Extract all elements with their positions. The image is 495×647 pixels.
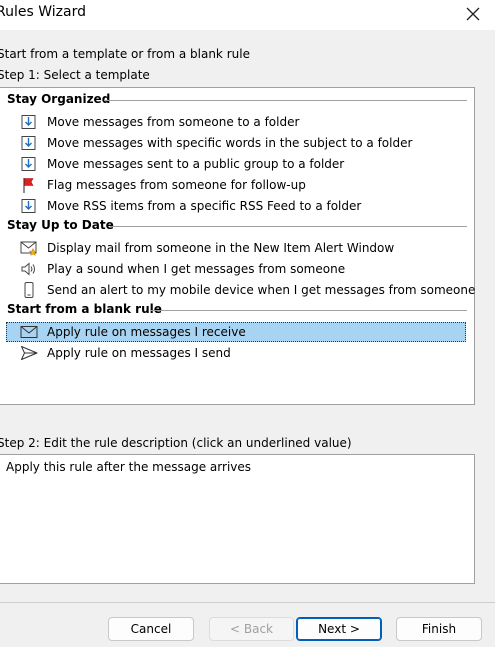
template-item-apply-on-receive[interactable]: Apply rule on messages I receive (6, 322, 466, 342)
intro-text: Start from a template or from a blank ru… (0, 47, 250, 61)
template-item-apply-on-send[interactable]: Apply rule on messages I send (6, 343, 466, 363)
template-item-label: Flag messages from someone for follow-up (47, 178, 306, 192)
template-item-label: Display mail from someone in the New Ite… (47, 241, 395, 255)
step1-label: Step 1: Select a template (0, 68, 150, 82)
template-item-move-rss[interactable]: Move RSS items from a specific RSS Feed … (6, 196, 466, 216)
footer-divider (0, 602, 495, 603)
template-item-label: Move RSS items from a specific RSS Feed … (47, 199, 362, 213)
cancel-button[interactable]: Cancel (108, 617, 194, 641)
template-item-label: Move messages sent to a public group to … (47, 157, 345, 171)
next-button[interactable]: Next > (296, 617, 382, 641)
finish-button[interactable]: Finish (396, 617, 482, 641)
group-header-stay-organized: Stay Organized (7, 92, 111, 106)
template-item-move-public-group[interactable]: Move messages sent to a public group to … (6, 154, 466, 174)
rule-description-text: Apply this rule after the message arrive… (6, 460, 252, 474)
template-item-label: Send an alert to my mobile device when I… (47, 283, 476, 297)
window-title: Rules Wizard (0, 4, 86, 20)
folder-move-icon (21, 157, 36, 171)
template-item-label: Move messages with specific words in the… (47, 136, 413, 150)
folder-move-icon (21, 136, 36, 150)
template-item-move-from-someone[interactable]: Move messages from someone to a folder (6, 112, 466, 132)
send-icon (21, 346, 38, 360)
envelope-icon (20, 326, 38, 338)
rule-description-box[interactable]: Apply this rule after the message arrive… (0, 454, 475, 584)
template-list[interactable]: Stay Organized Move messages from someon… (0, 87, 475, 405)
close-button[interactable] (451, 0, 495, 28)
template-item-move-specific-words[interactable]: Move messages with specific words in the… (6, 133, 466, 153)
group-header-stay-up-to-date: Stay Up to Date (7, 218, 114, 232)
template-item-flag-followup[interactable]: Flag messages from someone for follow-up (6, 175, 466, 195)
template-item-label: Move messages from someone to a folder (47, 115, 300, 129)
group-divider (151, 310, 467, 311)
template-item-label: Apply rule on messages I receive (47, 325, 246, 339)
group-header-blank-rule: Start from a blank rule (7, 302, 162, 316)
template-item-mobile-alert[interactable]: Send an alert to my mobile device when I… (6, 280, 475, 300)
close-icon (466, 7, 480, 21)
template-item-label: Play a sound when I get messages from so… (47, 262, 346, 276)
group-divider (110, 226, 467, 227)
title-bar: Rules Wizard (0, 0, 495, 30)
template-item-new-item-alert[interactable]: Display mail from someone in the New Ite… (6, 238, 466, 258)
folder-move-icon (21, 115, 36, 129)
template-item-play-sound[interactable]: Play a sound when I get messages from so… (6, 259, 466, 279)
group-divider (104, 100, 467, 101)
red-flag-icon (23, 178, 34, 193)
template-item-label: Apply rule on messages I send (47, 346, 231, 360)
mobile-phone-icon (24, 282, 34, 298)
envelope-star-icon (20, 241, 38, 256)
step2-label: Step 2: Edit the rule description (click… (0, 436, 352, 450)
folder-move-icon (21, 199, 36, 213)
speaker-icon (21, 262, 35, 276)
back-button[interactable]: < Back (209, 617, 294, 641)
